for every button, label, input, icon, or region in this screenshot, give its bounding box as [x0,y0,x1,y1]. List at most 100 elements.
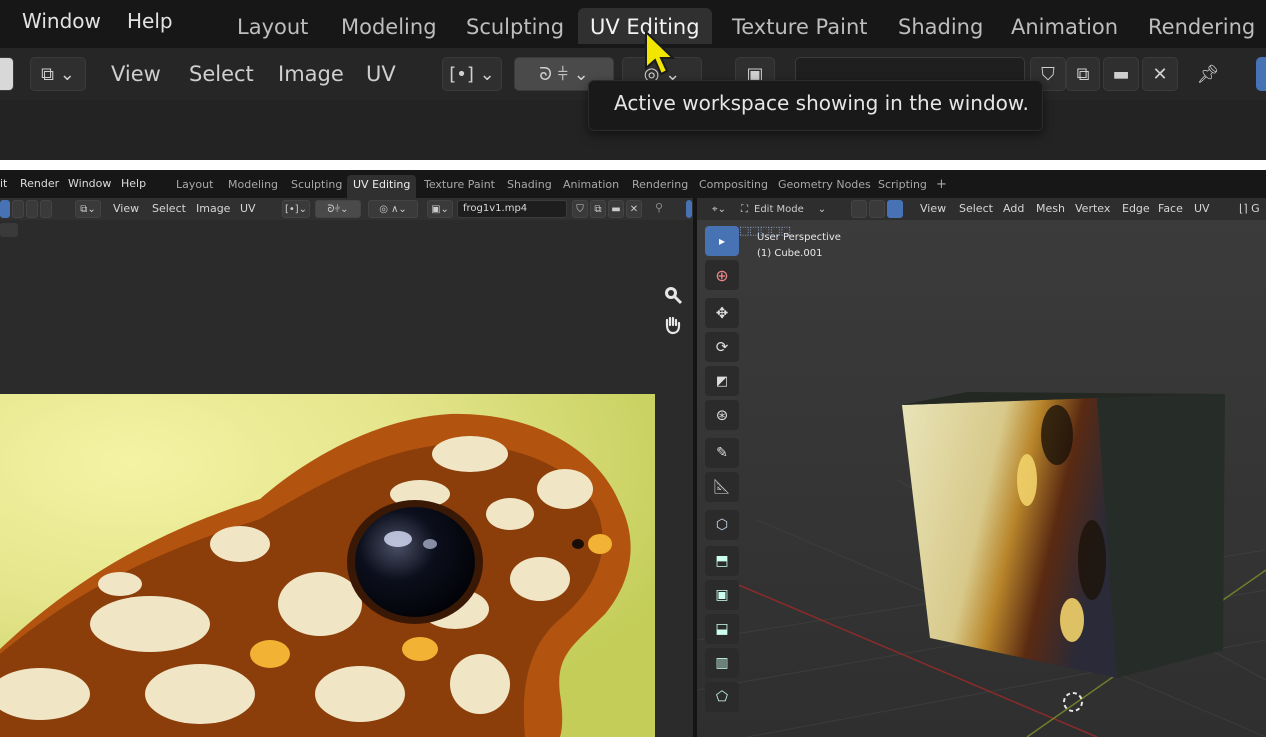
menu-view[interactable]: View [111,62,161,86]
tab-modeling[interactable]: Modeling [329,8,449,44]
vp-menu-face[interactable]: Face [1158,202,1183,215]
mode-dropdown[interactable]: ⛶ Edit Mode ⌄ [741,200,845,218]
sidebar-toggle-small[interactable] [686,200,692,218]
scale-tool[interactable]: ◩ [705,366,739,396]
select-box-modes[interactable]: ⬚⬚⬚⬚⬚ [739,224,831,238]
editor-type-button[interactable] [0,57,14,91]
menu-window[interactable]: Window [68,177,111,190]
uv-select-icon: ⧉ ⌄ [41,63,75,85]
menu-render[interactable]: Render [20,177,59,190]
pan-hand-icon[interactable] [662,314,684,336]
sidebar-toggle[interactable] [1256,57,1266,91]
menu-uv[interactable]: UV [366,62,396,86]
add-cube-tool[interactable]: ⬡ [705,510,739,540]
menu-help[interactable]: Help [121,177,146,190]
uv-select-tool-button[interactable] [0,223,18,237]
uv-menu-select[interactable]: Select [152,202,186,215]
mode-label: Edit Mode [754,203,804,215]
cursor-tool[interactable]: ⊕ [705,260,739,290]
menu-image[interactable]: Image [278,62,344,86]
uv-menu-uv[interactable]: UV [240,202,256,215]
tab-scripting[interactable]: Scripting [872,175,933,198]
tab-shading[interactable]: Shading [501,175,558,198]
edit-mode-icon: ⛶ [741,203,748,215]
duplicate-small[interactable]: ⧉ [590,200,606,218]
uv-canvas[interactable] [0,220,693,737]
vp-menu-add[interactable]: Add [1003,202,1024,215]
select-box-tool[interactable]: ▸ [705,226,739,256]
select-mode-vertex[interactable] [0,200,10,218]
tab-modeling[interactable]: Modeling [222,175,284,198]
transform-tool[interactable]: ⊛ [705,400,739,430]
editor-type-dropdown[interactable]: ⌖⌄ [705,200,733,218]
open-small[interactable]: ▬ [608,200,624,218]
tab-uv-editing[interactable]: UV Editing [347,175,417,198]
ruler-icon: 📐︎ [713,479,731,495]
select-mode-face[interactable] [26,200,38,218]
tab-rendering[interactable]: Rendering [1136,8,1266,44]
move-tool[interactable]: ✥ [705,298,739,328]
annotate-tool[interactable]: ✎ [705,438,739,468]
tab-texture-paint[interactable]: Texture Paint [418,175,501,198]
inset-tool[interactable]: ▣ [705,580,739,610]
tab-animation[interactable]: Animation [999,8,1130,44]
tab-animation[interactable]: Animation [557,175,625,198]
vp-menu-edge[interactable]: Edge [1122,202,1150,215]
fake-user-small[interactable]: ⛉ [572,200,588,218]
close-icon: ✕ [629,203,639,215]
pin-button[interactable]: 📌︎ [1190,57,1226,91]
vp-menu-select[interactable]: Select [959,202,993,215]
tab-layout[interactable]: Layout [225,8,320,44]
move-icon: ✥ [715,304,729,322]
copy-icon: ⧉ [1076,63,1090,85]
menu-help[interactable]: Help [127,9,173,33]
snap-toggle-small[interactable]: ᘐ⫩⌄ [315,200,361,218]
tab-geometry-nodes[interactable]: Geometry Nodes [772,175,877,198]
uv-menu-image[interactable]: Image [196,202,230,215]
tab-sculpting[interactable]: Sculpting [285,175,348,198]
tab-texture-paint[interactable]: Texture Paint [720,8,880,44]
menu-select[interactable]: Select [189,62,254,86]
knife-tool[interactable]: ⬠ [705,682,739,712]
viewport-canvas[interactable]: User Perspective (1) Cube.001 ⬚⬚⬚⬚⬚ ▸ ⊕ … [697,220,1266,737]
open-button[interactable]: ▬ [1103,57,1139,91]
tab-sculpting[interactable]: Sculpting [454,8,576,44]
add-workspace-button[interactable]: + [930,175,953,198]
vp-menu-vertex[interactable]: Vertex [1075,202,1110,215]
transform-orientation-icon[interactable]: ⌊⌉ G [1239,202,1260,215]
proportional-icon: ◎ ∧⌄ [379,203,407,215]
tab-compositing[interactable]: Compositing [693,175,774,198]
select-vertex-mode[interactable] [851,200,867,218]
viewport-scene [697,220,1266,737]
select-mode-island[interactable] [40,200,52,218]
proportional-edit-small[interactable]: ◎ ∧⌄ [368,200,418,218]
zoom-icon[interactable] [662,284,684,306]
rotate-tool[interactable]: ⟳ [705,332,739,362]
duplicate-button[interactable]: ⧉ [1066,57,1100,91]
pivot-dropdown-small[interactable]: [•]⌄ [282,200,310,218]
tab-shading[interactable]: Shading [886,8,995,44]
bevel-tool[interactable]: ⬓ [705,614,739,644]
select-mode-edge[interactable] [12,200,24,218]
uv-menu-view[interactable]: View [113,202,139,215]
unlink-button[interactable]: ✕ [1142,57,1178,91]
uv-sync-dropdown[interactable]: ⧉⌄ [75,200,101,218]
tab-layout[interactable]: Layout [170,175,219,198]
extrude-tool[interactable]: ⬒ [705,546,739,576]
select-face-mode[interactable] [887,200,903,218]
image-name-field[interactable]: frog1v1.mp4 [457,200,567,218]
tab-rendering[interactable]: Rendering [626,175,694,198]
vp-menu-view[interactable]: View [920,202,946,215]
menu-window[interactable]: Window [22,9,101,33]
vp-menu-uv[interactable]: UV [1194,202,1210,215]
menu-edit[interactable]: it [0,177,7,190]
pin-icon[interactable]: ⚲ [655,201,663,214]
mode-dropdown[interactable]: ⧉ ⌄ [30,57,86,91]
vp-menu-mesh[interactable]: Mesh [1036,202,1065,215]
measure-tool[interactable]: 📐︎ [705,472,739,502]
image-browse-small[interactable]: ▣⌄ [427,200,453,218]
unlink-small[interactable]: ✕ [626,200,642,218]
select-edge-mode[interactable] [869,200,885,218]
loop-cut-tool[interactable]: ▥ [705,648,739,678]
pivot-dropdown[interactable]: [•] ⌄ [442,57,502,91]
